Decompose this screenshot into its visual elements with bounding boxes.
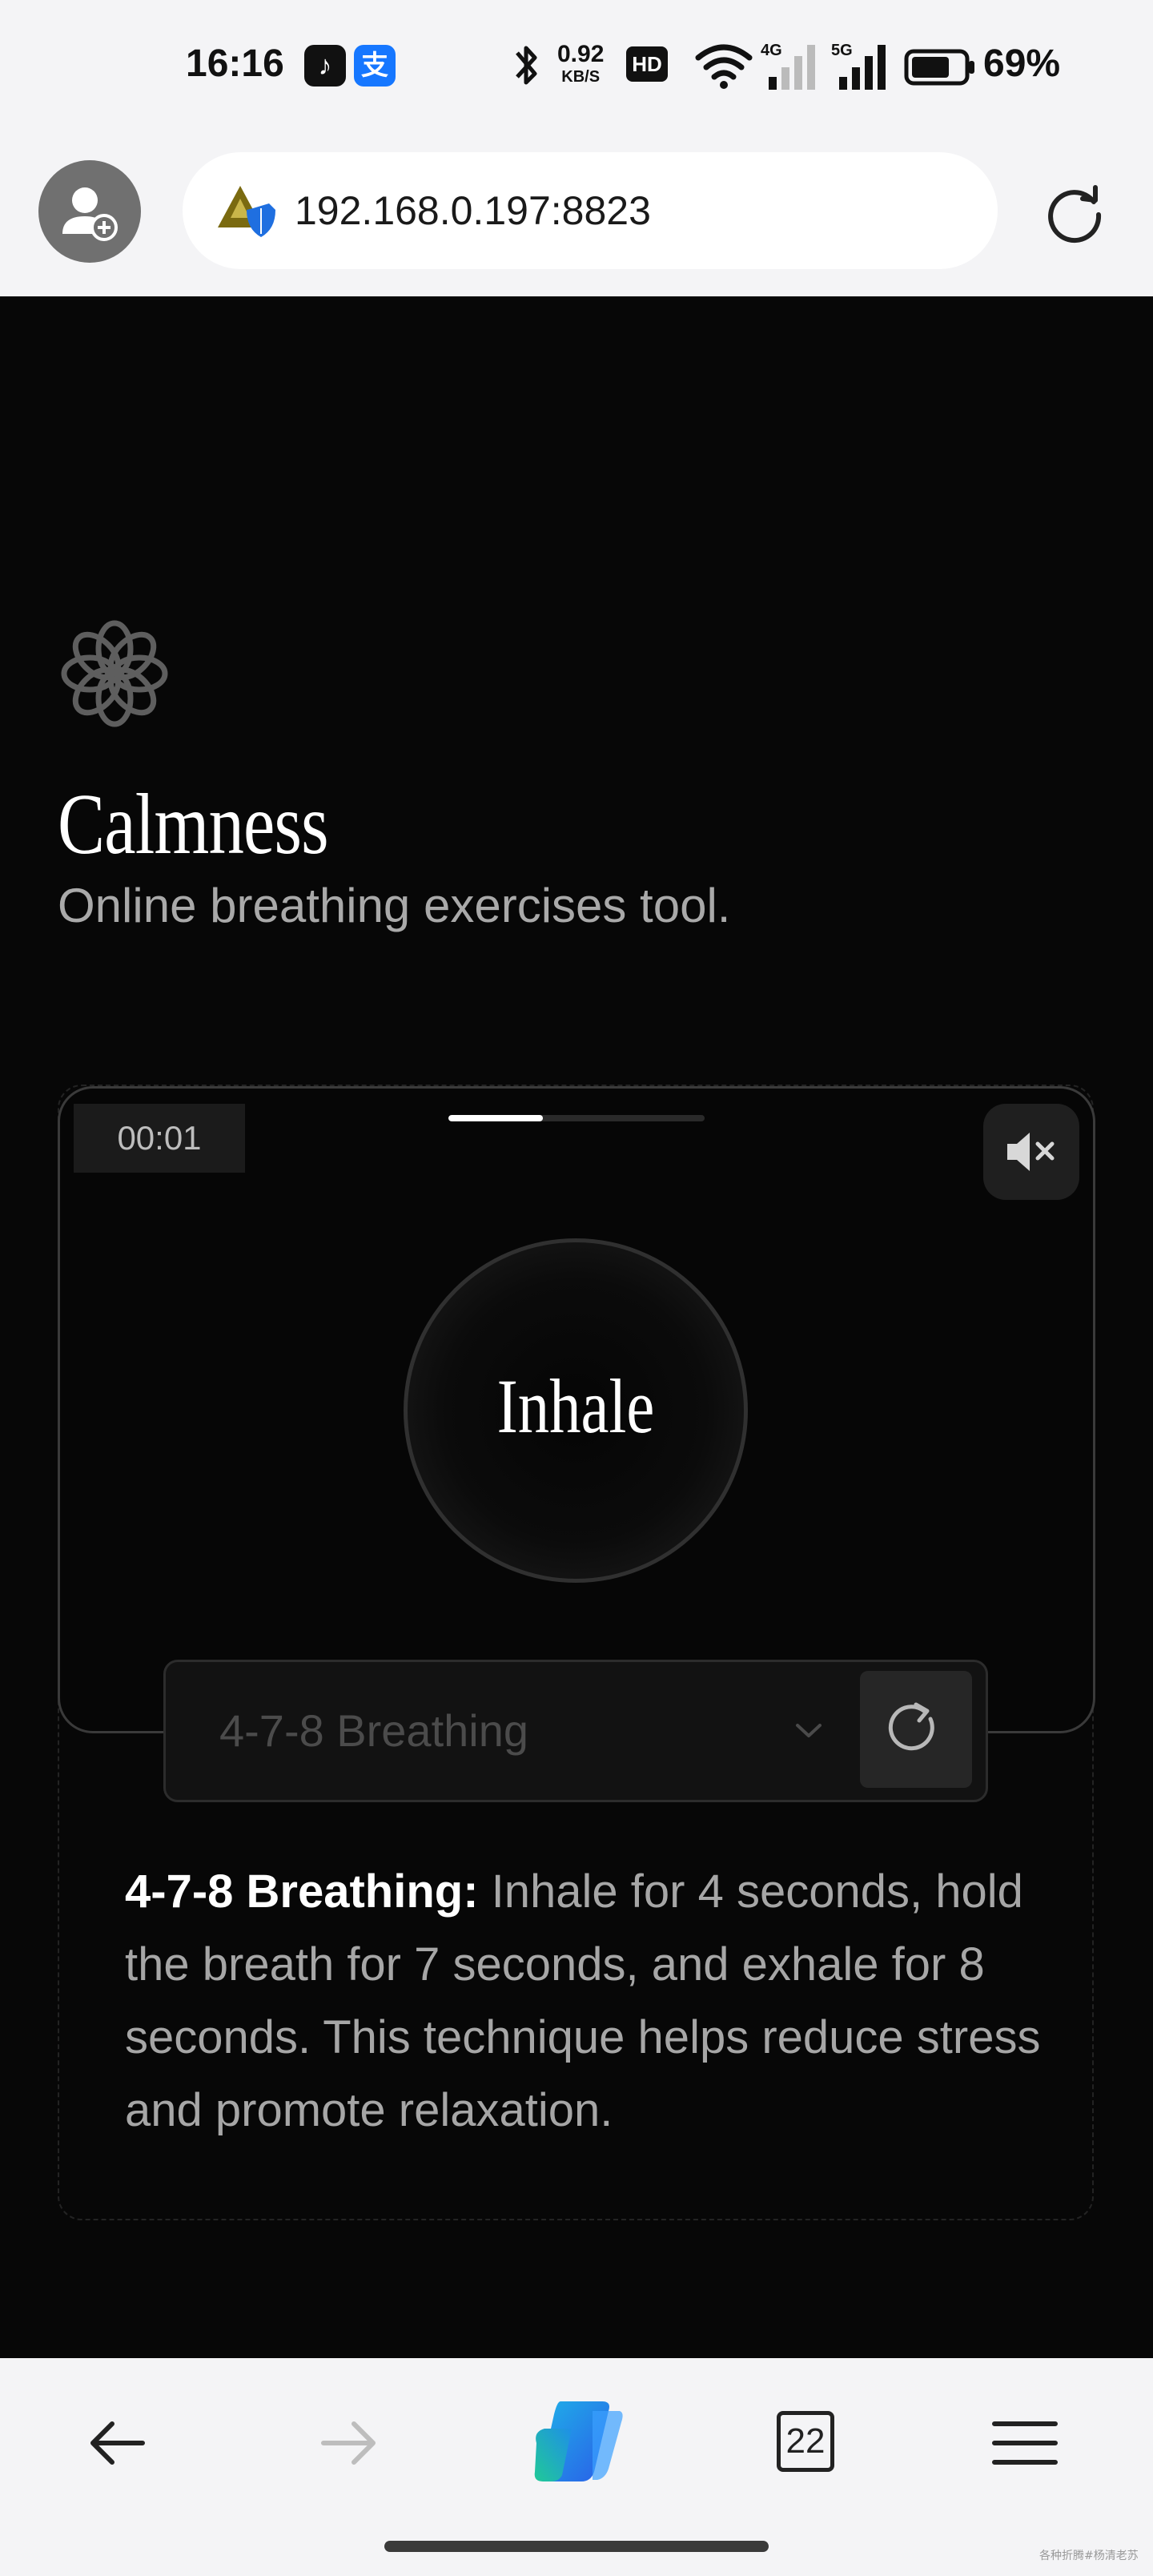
back-arrow-icon[interactable] xyxy=(77,2403,157,2483)
hd-badge: HD xyxy=(626,46,668,82)
network-speed: 0.92 KB/S xyxy=(557,41,605,88)
technique-description-title: 4-7-8 Breathing: xyxy=(125,1866,479,1918)
bluetooth-icon xyxy=(516,46,537,85)
status-time: 16:16 xyxy=(186,42,284,85)
network-speed-unit: KB/S xyxy=(561,68,601,86)
muted-speaker-icon xyxy=(1007,1133,1055,1171)
add-profile-icon xyxy=(62,187,118,241)
wifi-icon xyxy=(695,44,753,89)
home-indicator[interactable] xyxy=(384,2541,769,2552)
mute-button[interactable] xyxy=(983,1104,1079,1200)
url-text[interactable]: 192.168.0.197:8823 xyxy=(295,187,651,234)
technique-description: 4-7-8 Breathing: Inhale for 4 seconds, h… xyxy=(125,1855,1054,2147)
network-speed-value: 0.92 xyxy=(557,41,605,67)
hd-badge-label: HD xyxy=(632,52,662,76)
signal-icon-sim2 xyxy=(839,45,886,90)
page-subtitle: Online breathing exercises tool. xyxy=(58,879,731,932)
reset-icon xyxy=(888,1702,934,1751)
tab-count-button[interactable]: 22 xyxy=(777,2411,834,2472)
watermark: 各种折腾#杨清老苏 xyxy=(1039,2550,1139,2562)
phase-progress-track xyxy=(448,1115,705,1121)
session-timer: 00:01 xyxy=(74,1104,245,1173)
breathing-phase-text: Inhale xyxy=(496,1363,655,1449)
chevron-down-icon[interactable] xyxy=(793,1719,825,1741)
reload-icon[interactable] xyxy=(1041,178,1108,245)
technique-select-value[interactable]: 4-7-8 Breathing xyxy=(219,1705,528,1757)
forward-arrow-icon[interactable] xyxy=(309,2403,389,2483)
tiktok-icon: ♪ xyxy=(304,45,346,87)
phase-progress-fill xyxy=(448,1115,544,1121)
copilot-icon[interactable] xyxy=(525,2395,628,2488)
tiktok-glyph: ♪ xyxy=(318,50,332,81)
page-title: Calmness xyxy=(58,777,329,872)
menu-icon[interactable] xyxy=(985,2403,1065,2483)
calmness-logo-icon xyxy=(61,620,168,727)
breathing-phase-label: Inhale xyxy=(404,1362,748,1451)
signal-icon-sim1 xyxy=(769,45,815,90)
site-warning-shield-icon[interactable] xyxy=(216,181,280,242)
profile-button[interactable] xyxy=(38,160,141,263)
reset-button[interactable] xyxy=(860,1671,972,1788)
alipay-glyph: 支 xyxy=(361,50,388,81)
alipay-icon: 支 xyxy=(354,45,396,87)
battery-icon xyxy=(904,49,974,86)
battery-percent: 69% xyxy=(983,42,1061,85)
